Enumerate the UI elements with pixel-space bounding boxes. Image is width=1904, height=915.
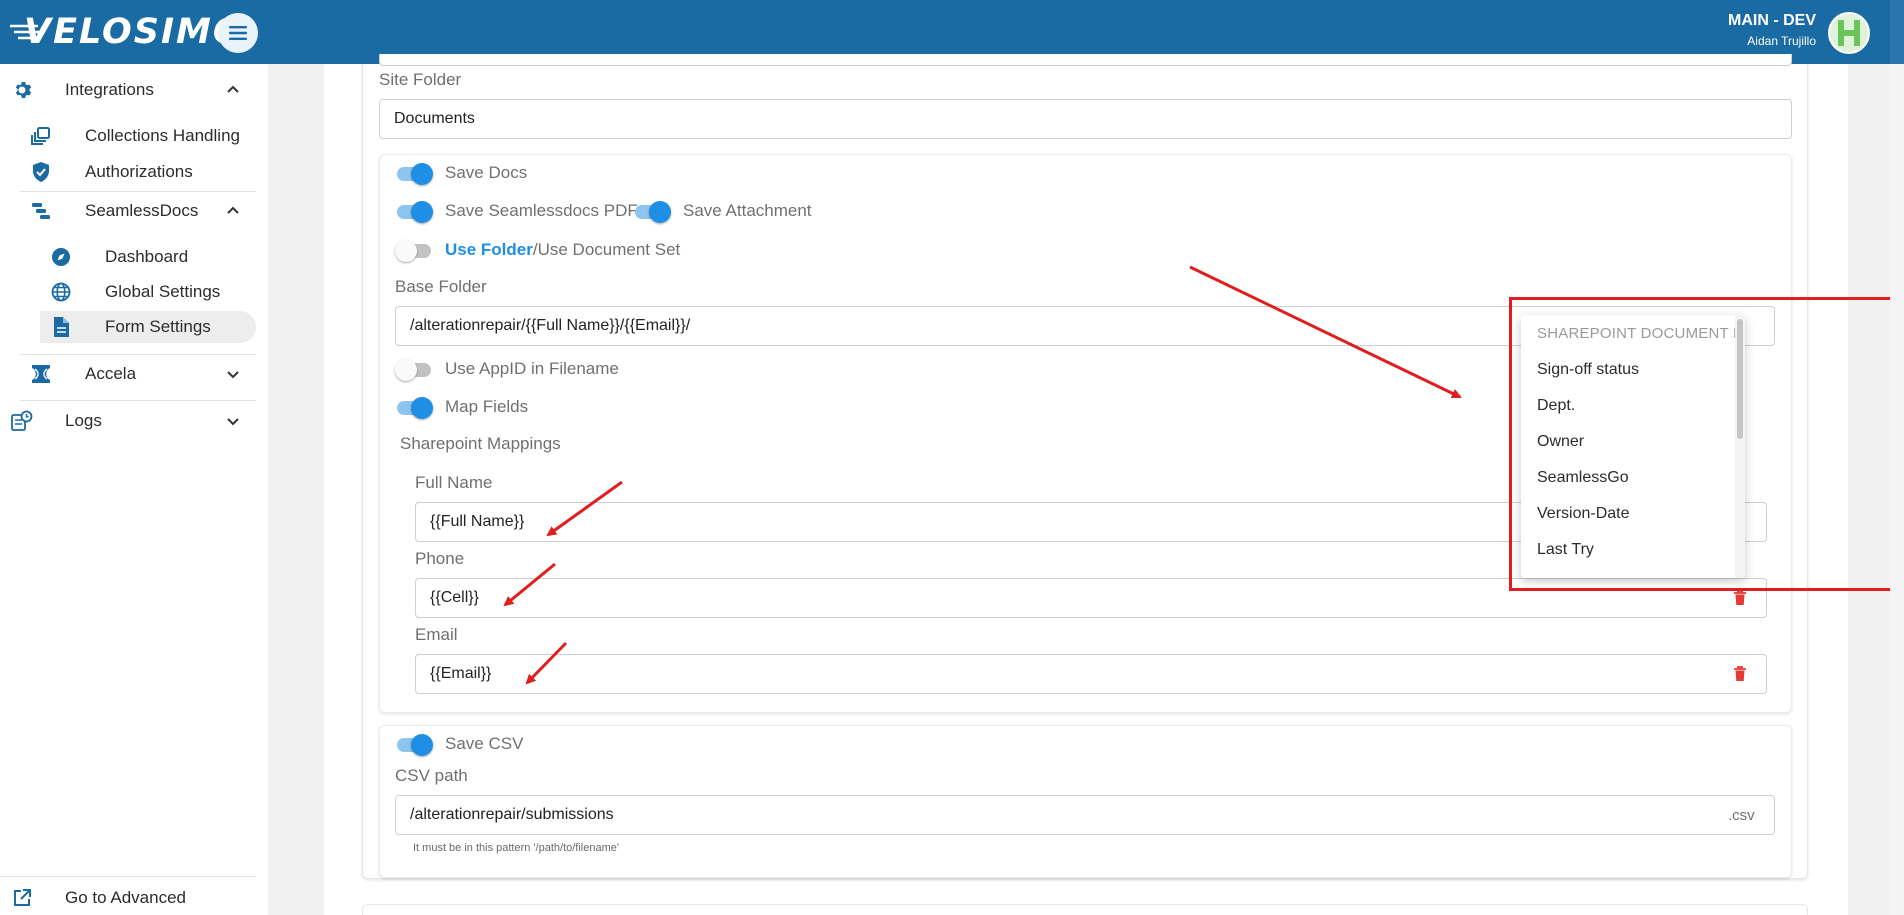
sidebar-divider	[20, 191, 256, 192]
sidebar: Integrations Collections Handling Author…	[0, 64, 268, 915]
menu-toggle-button[interactable]	[218, 13, 258, 53]
page-scrollbar[interactable]	[1890, 64, 1904, 915]
use-folder-toggle[interactable]	[395, 239, 433, 262]
use-folder-label: Use Folder	[445, 240, 533, 259]
shield-check-icon	[29, 160, 53, 184]
scrollbar-top	[1890, 0, 1904, 64]
save-docs-label: Save Docs	[445, 163, 528, 182]
use-appid-toggle[interactable]	[395, 358, 433, 381]
sidebar-item-label: Global Settings	[105, 282, 221, 301]
sidebar-item-label: Collections Handling	[85, 126, 240, 145]
save-csv-toggle-row[interactable]: Save CSV	[395, 733, 524, 756]
delete-email-trash-icon[interactable]	[1733, 666, 1747, 682]
map-fields-toggle-row[interactable]: Map Fields	[395, 396, 529, 419]
mapping-label-phone: Phone	[415, 549, 465, 568]
sharepoint-mappings-label: Sharepoint Mappings	[400, 434, 561, 453]
globe-icon	[49, 280, 73, 304]
logo-swoosh-icon	[10, 24, 40, 40]
previous-field-input[interactable]	[379, 54, 1792, 66]
use-folder-toggle-row[interactable]: Use Folder/Use Document Set	[395, 239, 681, 262]
sidebar-item-label: Accela	[85, 364, 137, 383]
sidebar-item-label: Integrations	[65, 80, 154, 99]
sidebar-item-logs[interactable]: Logs	[0, 409, 268, 433]
hamburger-icon	[229, 26, 247, 40]
user-name: Aidan Trujillo	[1747, 34, 1816, 48]
csv-helper-text: It must be in this pattern '/path/to/fil…	[413, 842, 619, 854]
sidebar-divider	[20, 400, 256, 401]
csv-path-input[interactable]: /alterationrepair/submissions	[395, 795, 1775, 835]
use-document-set-label: /Use Document Set	[532, 240, 681, 259]
sidebar-item-collections-handling[interactable]: Collections Handling	[0, 124, 268, 148]
delete-phone-trash-icon[interactable]	[1733, 590, 1747, 606]
site-folder-label: Site Folder	[379, 70, 462, 89]
chevron-down-icon	[227, 418, 239, 426]
save-seamlessdocs-pdf-label: Save Seamlessdocs PDF	[445, 201, 638, 220]
sidebar-item-integrations[interactable]: Integrations	[0, 78, 268, 102]
next-section-card	[362, 904, 1808, 915]
chevron-down-icon	[227, 371, 239, 379]
sidebar-item-seamlessdocs[interactable]: SeamlessDocs	[0, 199, 268, 223]
mapping-input-email[interactable]: {{Email}}	[415, 654, 1767, 694]
save-csv-toggle[interactable]	[395, 733, 433, 756]
base-folder-label: Base Folder	[395, 277, 487, 296]
site-folder-input[interactable]: Documents	[379, 99, 1792, 139]
collections-icon	[29, 124, 53, 148]
go-to-advanced-link[interactable]: Go to Advanced	[0, 886, 268, 910]
chevron-up-icon	[227, 206, 239, 214]
sidebar-item-label: Form Settings	[105, 317, 211, 336]
sidebar-item-label: Go to Advanced	[65, 888, 186, 907]
user-avatar[interactable]	[1828, 12, 1870, 54]
annotation-highlight-box	[1509, 297, 1901, 591]
environment-title: MAIN - DEV	[1728, 12, 1816, 29]
sidebar-divider	[0, 876, 256, 877]
map-fields-toggle[interactable]	[395, 396, 433, 419]
mapping-label-full-name: Full Name	[415, 473, 493, 492]
logo-text: VELOSIMO	[24, 12, 245, 52]
csv-path-label: CSV path	[395, 766, 468, 785]
gear-icon	[10, 78, 34, 102]
mapping-label-email: Email	[415, 625, 458, 644]
sidebar-item-dashboard[interactable]: Dashboard	[0, 245, 268, 269]
logs-icon	[10, 409, 34, 433]
save-docs-toggle-row[interactable]: Save Docs	[395, 162, 528, 185]
map-fields-label: Map Fields	[445, 397, 529, 416]
sidebar-item-label: SeamlessDocs	[85, 201, 199, 220]
sidebar-item-authorizations[interactable]: Authorizations	[0, 160, 268, 184]
save-csv-label: Save CSV	[445, 734, 524, 753]
velosimo-logo[interactable]: VELOSIMO	[10, 12, 245, 52]
sidebar-item-form-settings[interactable]: Form Settings	[0, 315, 268, 339]
csv-suffix: .csv	[1728, 807, 1755, 824]
save-attachment-toggle[interactable]	[633, 200, 671, 223]
sidebar-divider	[20, 354, 256, 355]
accela-icon	[29, 362, 53, 386]
save-pdf-toggle-row[interactable]: Save Seamlessdocs PDF	[395, 200, 638, 223]
save-attachment-toggle-row[interactable]: Save Attachment	[633, 200, 812, 223]
sidebar-item-label: Dashboard	[105, 247, 189, 266]
compass-icon	[49, 245, 73, 269]
sidebar-item-label: Authorizations	[85, 162, 193, 181]
document-icon	[49, 315, 73, 339]
sidebar-item-global-settings[interactable]: Global Settings	[0, 280, 268, 304]
save-attachment-label: Save Attachment	[683, 201, 812, 220]
avatar-pattern-icon	[1830, 14, 1868, 52]
external-link-icon	[10, 886, 34, 910]
seamlessdocs-icon	[29, 199, 53, 223]
sidebar-item-accela[interactable]: Accela	[0, 362, 268, 386]
save-seamlessdocs-pdf-toggle[interactable]	[395, 200, 433, 223]
save-docs-toggle[interactable]	[395, 162, 433, 185]
use-appid-toggle-row[interactable]: Use AppID in Filename	[395, 358, 619, 381]
use-appid-label: Use AppID in Filename	[445, 359, 619, 378]
chevron-up-icon	[227, 85, 239, 93]
sidebar-item-label: Logs	[65, 411, 102, 430]
